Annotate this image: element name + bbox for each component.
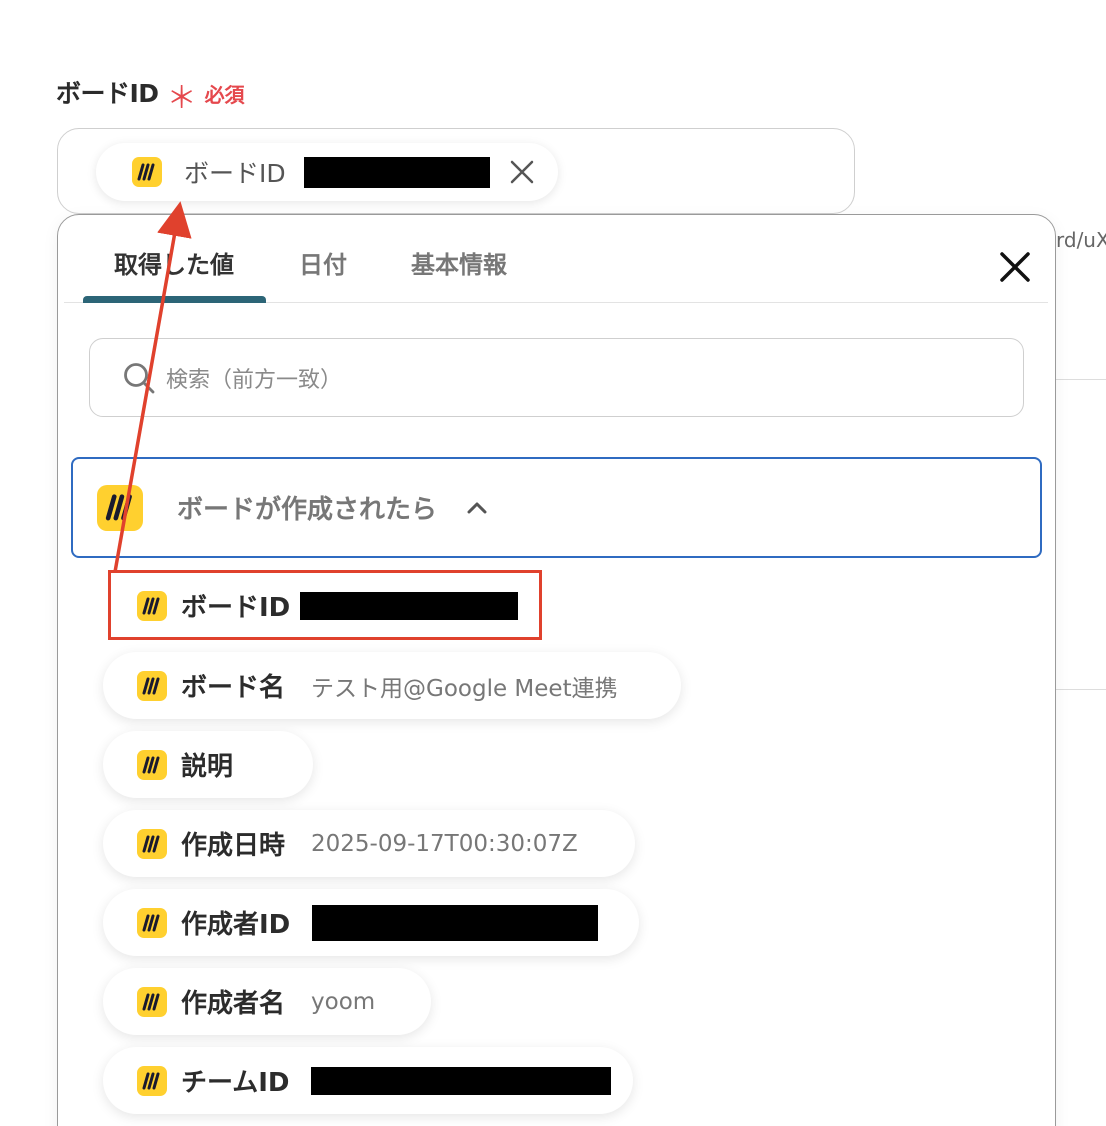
group-title: ボードが作成されたら — [177, 495, 438, 525]
search-placeholder: 検索（前方一致） — [166, 367, 343, 393]
remove-token-icon[interactable] — [508, 158, 536, 186]
item-name: 作成日時 — [181, 831, 286, 861]
output-item-board-name[interactable]: ボード名 テスト用@Google Meet連携 — [103, 652, 681, 719]
miro-icon — [137, 670, 167, 701]
token-label: ボードID — [184, 159, 286, 188]
chevron-up-icon — [467, 502, 487, 513]
board-id-token[interactable]: ボードID — [96, 143, 558, 201]
tab-bar: 取得した値 日付 基本情報 — [64, 215, 1048, 303]
item-name: 作成者名 — [181, 989, 286, 1019]
redacted-value — [311, 1066, 612, 1095]
redacted-value — [303, 156, 490, 188]
redacted-value — [300, 591, 519, 620]
output-item-board-id[interactable]: ボードID — [103, 572, 535, 639]
tab-retrieved-values[interactable]: 取得した値 — [114, 245, 234, 280]
item-name: チームID — [181, 1068, 290, 1098]
item-value: 2025-09-17T00:30:07Z — [311, 830, 578, 857]
field-title: ボードID — [56, 79, 159, 108]
miro-icon — [137, 907, 167, 938]
item-value: テスト用@Google Meet連携 — [311, 675, 618, 702]
output-item-creator-id[interactable]: 作成者ID — [103, 889, 639, 956]
miro-icon — [97, 484, 143, 531]
item-name: 作成者ID — [181, 910, 291, 940]
active-tab-indicator — [83, 296, 266, 303]
item-name: 説明 — [181, 752, 234, 782]
tab-basic-info[interactable]: 基本情報 — [411, 245, 507, 280]
required-text: 必須 — [204, 83, 245, 107]
item-name: ボード名 — [181, 673, 286, 703]
search-icon — [124, 362, 155, 393]
miro-icon — [137, 986, 167, 1017]
item-name: ボードID — [181, 593, 291, 623]
tab-date[interactable]: 日付 — [299, 245, 347, 280]
background-divider — [1056, 379, 1106, 380]
miro-icon — [137, 749, 167, 780]
miro-icon — [137, 590, 167, 621]
item-value: yoom — [311, 988, 376, 1015]
miro-icon — [137, 828, 167, 859]
close-icon[interactable] — [996, 248, 1034, 286]
board-id-input[interactable]: ボードID — [57, 128, 855, 214]
background-divider — [1056, 689, 1106, 690]
miro-icon — [137, 1065, 167, 1096]
redacted-value — [312, 904, 599, 941]
trigger-group-header[interactable]: ボードが作成されたら — [71, 457, 1042, 558]
output-item-description[interactable]: 説明 — [103, 731, 313, 798]
background-url-fragment: rd/uX — [1056, 228, 1106, 252]
output-item-creator-name[interactable]: 作成者名 yoom — [103, 968, 431, 1035]
miro-icon — [132, 157, 162, 187]
page: rd/uX ボードID ＊ 必須 ボードID 取得した値 日付 基本情報 検索（… — [0, 0, 1106, 1126]
output-item-created-at[interactable]: 作成日時 2025-09-17T00:30:07Z — [103, 810, 635, 877]
value-picker-popup: 取得した値 日付 基本情報 検索（前方一致） ボードが作成されたら ボードID … — [57, 214, 1056, 1126]
output-item-team-id[interactable]: チームID — [103, 1047, 633, 1114]
search-input[interactable]: 検索（前方一致） — [89, 338, 1024, 417]
required-asterisk: ＊ — [166, 81, 197, 116]
board-id-field-label: ボードID ＊ 必須 — [56, 74, 245, 114]
